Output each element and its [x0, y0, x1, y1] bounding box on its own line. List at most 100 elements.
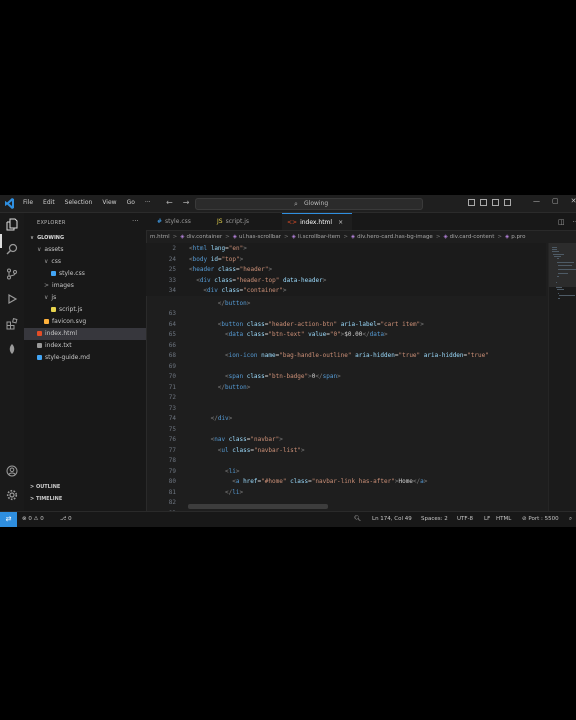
sticky-code-line[interactable]: 33 <div class="header-top" data-header> — [146, 274, 546, 286]
language-mode[interactable]: HTML — [496, 512, 511, 527]
explorer-title: EXPLORER — [37, 220, 66, 226]
minimap-line — [556, 258, 560, 259]
toggle-secondary-sidebar-icon[interactable] — [492, 199, 499, 206]
explorer-files-icon[interactable] — [5, 218, 19, 232]
remote-indicator-icon[interactable]: ⇄ — [0, 512, 17, 527]
account-icon[interactable] — [5, 465, 19, 479]
nav-arrows: ← → — [166, 198, 189, 207]
tree-item[interactable]: ∨ assets — [24, 244, 146, 256]
line-number: 72 — [168, 394, 176, 401]
problems-status[interactable]: ⊗ 0 ⚠ 0 — [22, 512, 44, 527]
ports-status[interactable]: ⎇ 0 — [60, 512, 72, 527]
breadcrumb-item[interactable]: div.hero-card.has-bg-image — [357, 234, 433, 240]
code-line[interactable]: 81 </li> — [146, 487, 546, 498]
cursor-position[interactable]: Ln 174, Col 49 — [372, 512, 412, 527]
code-line[interactable]: 69 — [146, 361, 546, 372]
encoding[interactable]: UTF-8 — [457, 512, 473, 527]
outline-section[interactable]: > OUTLINE — [30, 484, 60, 490]
command-center-search[interactable]: ⌕ Glowing — [195, 198, 423, 210]
code-line[interactable]: 74 </div> — [146, 413, 546, 424]
tree-item[interactable]: ∨ js — [24, 292, 146, 304]
tab[interactable]: <> index.html × — [282, 213, 352, 230]
code-line[interactable]: 76 <nav class="navbar"> — [146, 434, 546, 445]
code-line[interactable]: 65 <data class="btn-text" value="0">$0.00… — [146, 329, 546, 340]
menu-item[interactable]: Selection — [65, 199, 93, 206]
breadcrumb-item[interactable]: p.pro — [511, 234, 525, 240]
menu-item[interactable]: Edit — [43, 199, 55, 206]
horizontal-scrollbar[interactable] — [188, 504, 328, 509]
sticky-code-line[interactable]: 24 <body id="top"> — [146, 253, 546, 265]
menu-item[interactable]: View — [102, 199, 116, 206]
menu-item[interactable]: File — [23, 199, 33, 206]
customize-layout-icon[interactable] — [504, 199, 511, 206]
tree-item[interactable]: ∨ css — [24, 256, 146, 268]
code-line[interactable]: </button> — [146, 298, 546, 309]
run-debug-icon[interactable] — [5, 293, 19, 307]
code-line[interactable]: 68 <ion-icon name="bag-handle-outline" ar… — [146, 350, 546, 361]
sticky-code-line[interactable]: 25 <header class="header"> — [146, 264, 546, 275]
menu-item[interactable]: ··· — [145, 199, 151, 206]
toggle-sidebar-icon[interactable] — [468, 199, 475, 206]
code-line[interactable]: 64 <button class="header-action-btn" aria… — [146, 319, 546, 330]
line-ending[interactable]: LF — [484, 512, 490, 527]
tree-item[interactable]: style-guide.md — [24, 352, 146, 364]
minimap-line — [559, 295, 576, 297]
line-number: 73 — [168, 404, 176, 412]
code-line[interactable]: 63 — [146, 308, 546, 319]
code-line[interactable]: 79 <li> — [146, 466, 546, 477]
minimap-line — [556, 275, 560, 277]
code-line[interactable]: 73 — [146, 403, 546, 414]
more-actions-icon[interactable]: ··· — [573, 218, 576, 226]
notifications-icon[interactable]: ⌕ — [569, 512, 572, 527]
tree-item[interactable]: > images — [24, 280, 146, 292]
timeline-section[interactable]: > TIMELINE — [30, 496, 62, 502]
tree-item[interactable]: script.js — [24, 304, 146, 316]
indentation[interactable]: Spaces: 2 — [421, 512, 448, 527]
remote-explorer-icon[interactable] — [5, 343, 19, 357]
code-text: </button> — [217, 383, 251, 391]
tab[interactable]: # style.css — [152, 213, 212, 230]
zoom-icon[interactable]: 🔍︎ — [354, 512, 361, 527]
minimap[interactable] — [548, 243, 576, 511]
split-editor-icon[interactable]: ◫ — [558, 218, 565, 226]
minimize-icon[interactable]: — — [533, 197, 540, 205]
tab[interactable]: JS script.js — [212, 213, 282, 230]
code-line[interactable]: 78 — [146, 455, 546, 466]
tree-item[interactable]: index.html — [24, 328, 146, 340]
vscode-logo-icon — [5, 198, 14, 209]
tree-item[interactable]: favicon.svg — [24, 316, 146, 328]
gear-icon[interactable] — [5, 489, 19, 503]
forward-arrow-icon[interactable]: → — [183, 198, 190, 207]
extensions-icon[interactable] — [5, 318, 19, 332]
code-line[interactable]: 77 <ul class="navbar-list"> — [146, 445, 546, 456]
sticky-code-line[interactable]: 2 <html lang="en"> — [146, 243, 546, 254]
breadcrumb-item[interactable]: li.scrollbar-item — [298, 234, 340, 240]
workspace-root[interactable]: ∨ GLOWING — [30, 232, 64, 244]
live-server-port[interactable]: ⊘ Port : 5500 — [522, 512, 559, 527]
error-count: 0 — [28, 516, 32, 522]
tree-item[interactable]: index.txt — [24, 340, 146, 352]
code-line[interactable]: 66 — [146, 340, 546, 351]
breadcrumb-item[interactable]: ul.has-scrollbar — [239, 234, 281, 240]
more-actions-icon[interactable]: ··· — [132, 217, 139, 225]
code-line[interactable]: 75 — [146, 424, 546, 435]
toggle-panel-icon[interactable] — [480, 199, 487, 206]
breadcrumb-item[interactable]: div.container — [186, 234, 222, 240]
code-line[interactable]: 70 <span class="btn-badge">0</span> — [146, 371, 546, 382]
breadcrumb-item[interactable]: m.html — [150, 234, 170, 240]
close-window-icon[interactable]: ✕ — [571, 197, 576, 205]
code-editor[interactable]: 2 <html lang="en"> 24 <body id="top"> 25 <hea… — [146, 243, 546, 511]
tree-item[interactable]: style.css — [24, 268, 146, 280]
breadcrumb-item[interactable]: div.card-content — [450, 234, 495, 240]
code-line[interactable]: 72 — [146, 392, 546, 403]
code-line[interactable]: 80 <a href="#home" class="navbar-link has… — [146, 476, 546, 487]
close-icon[interactable]: × — [338, 219, 343, 226]
code-line[interactable]: 71 </button> — [146, 382, 546, 393]
menu-item[interactable]: Go — [127, 199, 135, 206]
search-icon[interactable] — [5, 243, 19, 257]
source-control-icon[interactable] — [5, 268, 19, 282]
back-arrow-icon[interactable]: ← — [166, 198, 173, 207]
maximize-icon[interactable]: ▢ — [552, 197, 559, 205]
line-number: 63 — [168, 310, 176, 317]
sticky-code-line[interactable]: 34 <div class="container"> — [146, 285, 546, 296]
